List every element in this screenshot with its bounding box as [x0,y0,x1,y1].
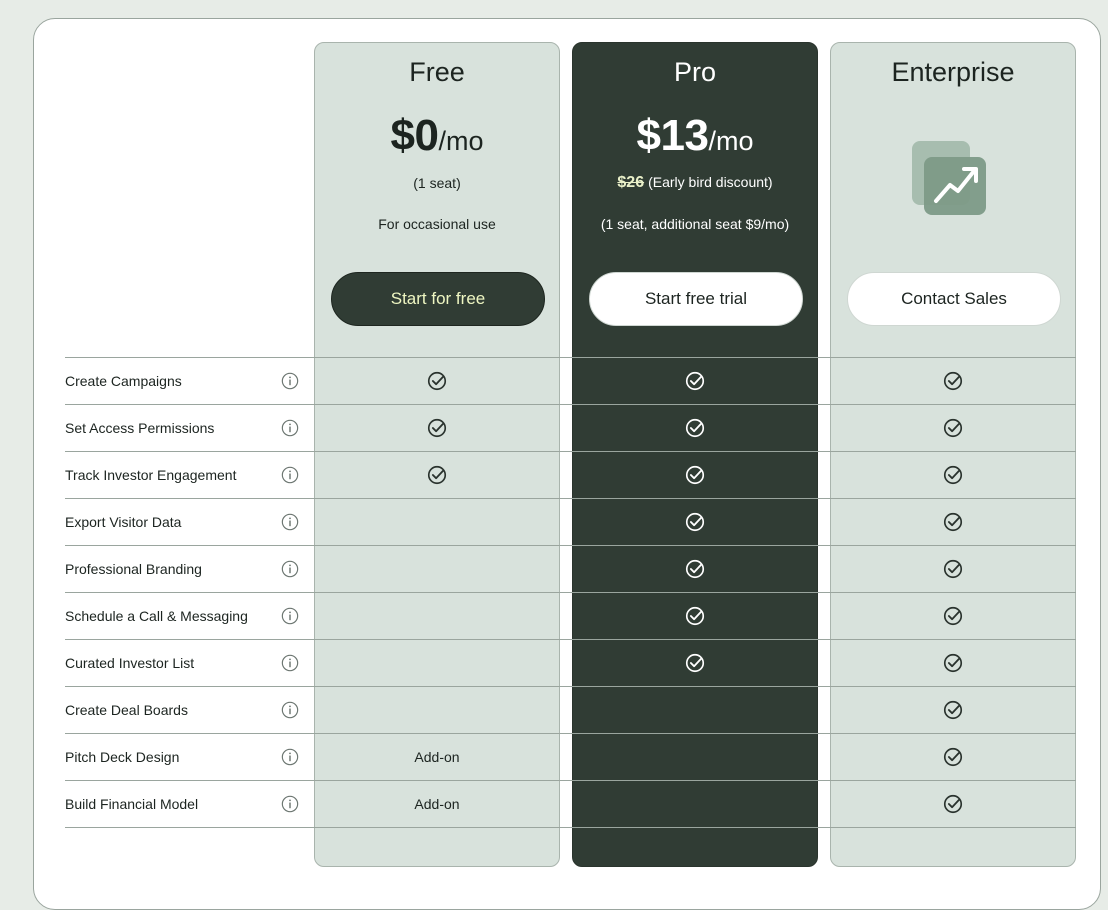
start-for-free-button[interactable]: Start for free [331,272,545,326]
feature-cell-pro [572,687,818,733]
feature-cell-free [314,546,560,592]
check-circle-icon [685,653,705,673]
feature-label: Schedule a Call & Messaging [65,608,248,624]
feature-cell-pro [572,593,818,639]
info-icon[interactable] [281,466,313,484]
feature-row-label: Create Campaigns [65,358,313,404]
feature-label: Professional Branding [65,561,202,577]
plan-name: Pro [673,57,717,87]
check-circle-icon [943,418,963,438]
check-circle-icon [943,371,963,391]
check-circle-icon [427,371,447,391]
check-circle-icon [943,653,963,673]
info-icon[interactable] [281,560,313,578]
old-price: $26 [617,174,645,191]
feature-cell-enterprise [830,358,1076,404]
info-icon[interactable] [281,795,313,813]
info-icon[interactable] [281,513,313,531]
check-circle-icon [685,418,705,438]
feature-cell-free [314,405,560,451]
check-circle-icon [943,465,963,485]
feature-cell-enterprise [830,593,1076,639]
start-free-trial-button[interactable]: Start free trial [589,272,803,326]
plan-name: Enterprise [891,57,1015,87]
feature-cell-free [314,358,560,404]
feature-label: Track Investor Engagement [65,467,237,483]
plan-description: For occasional use [378,216,496,232]
plan-price: $0/mo [390,111,484,160]
info-icon[interactable] [281,748,313,766]
feature-row-label: Professional Branding [65,546,313,592]
feature-label: Create Campaigns [65,373,182,389]
info-icon[interactable] [281,372,313,390]
feature-label: Pitch Deck Design [65,749,180,765]
check-circle-icon [943,747,963,767]
feature-row-label: Schedule a Call & Messaging [65,593,313,639]
check-circle-icon [685,559,705,579]
feature-label: Set Access Permissions [65,420,215,436]
feature-row-label: Curated Investor List [65,640,313,686]
feature-cell-enterprise [830,640,1076,686]
feature-cell-free [314,499,560,545]
feature-cell-free [314,640,560,686]
check-circle-icon [427,418,447,438]
check-circle-icon [943,606,963,626]
feature-row-label: Pitch Deck Design [65,734,313,780]
feature-cell-pro [572,452,818,498]
info-icon[interactable] [281,607,313,625]
feature-cell-pro [572,640,818,686]
addon-label: Add-on [414,796,460,812]
feature-cell-free [314,452,560,498]
feature-row-label: Track Investor Engagement [65,452,313,498]
contact-sales-button[interactable]: Contact Sales [847,272,1061,326]
feature-cell-enterprise [830,405,1076,451]
check-circle-icon [685,371,705,391]
check-circle-icon [943,512,963,532]
feature-label: Curated Investor List [65,655,195,671]
feature-cell-pro [572,734,818,780]
feature-cell-enterprise [830,499,1076,545]
feature-cell-pro [572,405,818,451]
addon-label: Add-on [414,749,460,765]
info-icon[interactable] [281,701,313,719]
check-circle-icon [427,465,447,485]
feature-cell-enterprise [830,452,1076,498]
check-circle-icon [685,606,705,626]
info-icon[interactable] [281,419,313,437]
feature-row-label: Set Access Permissions [65,405,313,451]
feature-cell-enterprise [830,687,1076,733]
feature-cell-free [314,593,560,639]
check-circle-icon [943,700,963,720]
feature-label: Build Financial Model [65,796,199,812]
plan-name: Free [409,57,465,87]
info-icon[interactable] [281,654,313,672]
check-circle-icon [943,794,963,814]
feature-cell-enterprise [830,781,1076,827]
plan-discount-note: $26 (Early bird discount) [617,174,773,191]
feature-cell-enterprise [830,546,1076,592]
feature-cell-free: Add-on [314,734,560,780]
feature-cell-free [314,687,560,733]
feature-cell-pro [572,781,818,827]
feature-cell-pro [572,358,818,404]
check-circle-icon [685,512,705,532]
check-circle-icon [943,559,963,579]
plan-price: $13/mo [636,111,754,160]
feature-row-label: Build Financial Model [65,781,313,827]
feature-cell-pro [572,499,818,545]
plan-seat-note: (1 seat, additional seat $9/mo) [600,216,790,232]
row-divider [65,827,1076,828]
trending-up-chart-icon [912,141,986,215]
feature-row-label: Create Deal Boards [65,687,313,733]
feature-row-label: Export Visitor Data [65,499,313,545]
feature-cell-free: Add-on [314,781,560,827]
feature-label: Create Deal Boards [65,702,188,718]
feature-cell-pro [572,546,818,592]
feature-label: Export Visitor Data [65,514,182,530]
check-circle-icon [685,465,705,485]
plan-seat-note: (1 seat) [413,175,461,191]
feature-cell-enterprise [830,734,1076,780]
